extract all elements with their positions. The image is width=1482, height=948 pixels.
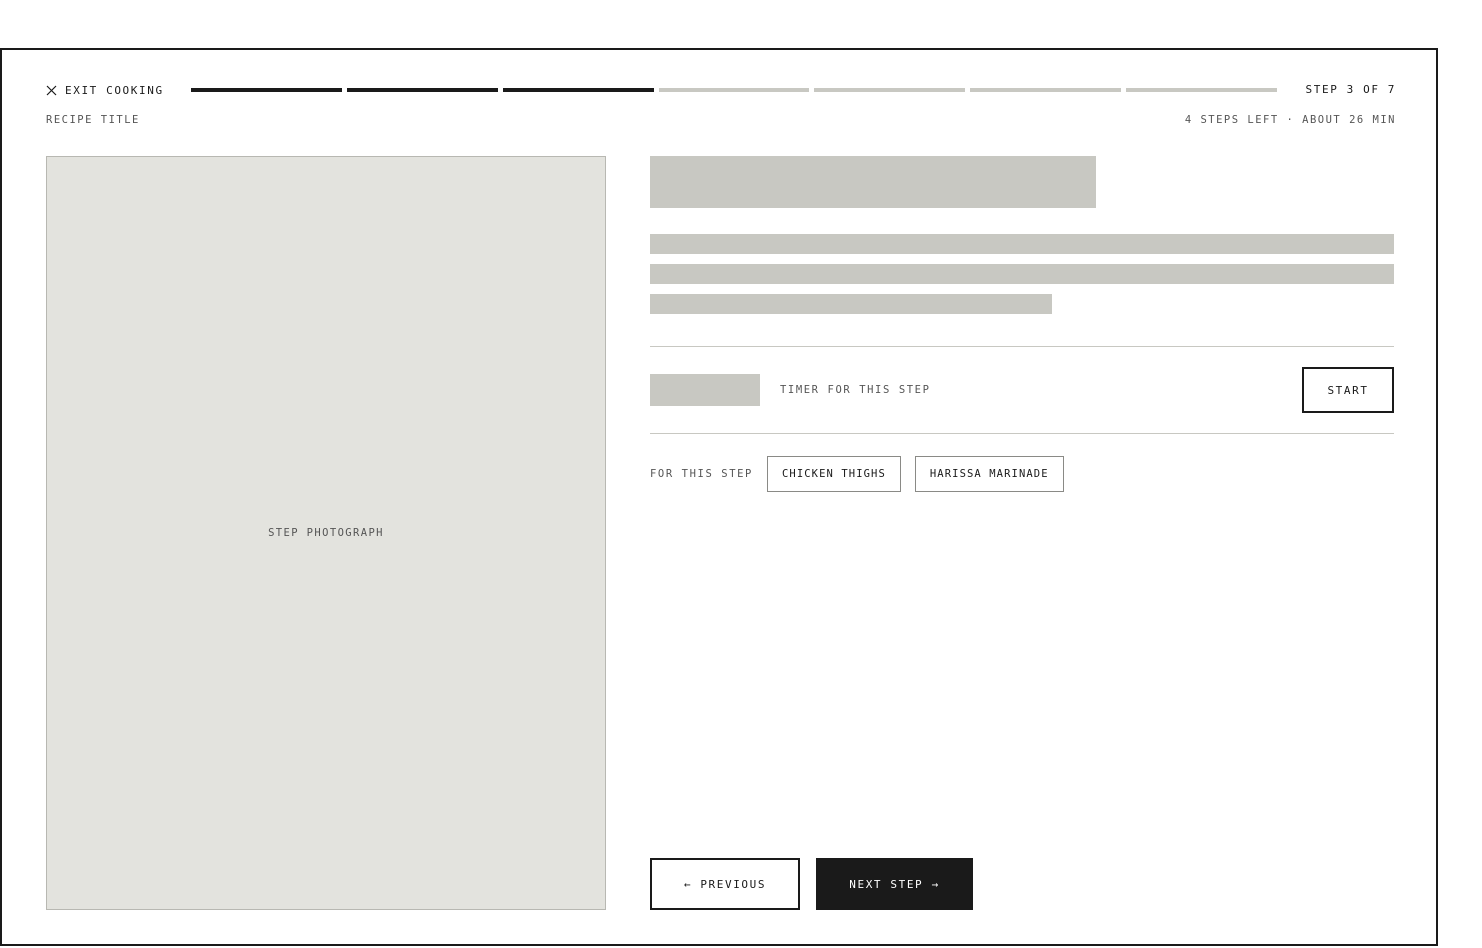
progress-segment-1 (191, 88, 342, 92)
step-counter: STEP 3 OF 7 (1305, 83, 1396, 96)
recipe-info-bar: RECIPE TITLE 4 STEPS LEFT · ABOUT 26 MIN (46, 112, 1396, 128)
progress-segment-3 (502, 88, 654, 92)
step-content: TIMER FOR THIS STEP START FOR THIS STEP … (650, 156, 1394, 910)
step-text-placeholder-line (650, 264, 1394, 284)
progress-segment-5 (814, 88, 966, 92)
timer-label: TIMER FOR THIS STEP (780, 384, 931, 396)
exit-cooking-label: EXIT COOKING (65, 83, 164, 97)
next-step-button[interactable]: NEXT STEP → (816, 858, 973, 910)
step-text-placeholder-line (650, 234, 1394, 254)
step-text-placeholder-line (650, 294, 1052, 314)
progress-segment-6 (970, 88, 1122, 92)
top-bar: EXIT COOKING STEP 3 OF 7 (46, 80, 1396, 100)
exit-cooking-button[interactable]: EXIT COOKING (46, 80, 164, 100)
divider (650, 433, 1394, 434)
start-timer-button[interactable]: START (1302, 367, 1394, 413)
steps-remaining-meta: 4 STEPS LEFT · ABOUT 26 MIN (1184, 114, 1396, 126)
progress-segment-4 (658, 88, 810, 92)
close-icon (46, 85, 57, 95)
step-timer: TIMER FOR THIS STEP START (650, 367, 1394, 413)
timer-display-placeholder (650, 374, 760, 406)
step-navigation: ← PREVIOUS NEXT STEP → (650, 858, 973, 910)
progress-segment-2 (346, 88, 498, 92)
step-photograph-label: STEP PHOTOGRAPH (268, 527, 384, 539)
divider (650, 346, 1394, 347)
step-ingredients: FOR THIS STEP CHICKEN THIGHS HARISSA MAR… (650, 456, 1064, 492)
ingredient-chip: HARISSA MARINADE (914, 456, 1064, 492)
previous-step-button[interactable]: ← PREVIOUS (650, 858, 800, 910)
step-photograph: STEP PHOTOGRAPH (46, 156, 606, 910)
cooking-mode-window: EXIT COOKING STEP 3 OF 7 RECIPE TITLE 4 … (0, 48, 1438, 946)
ingredients-label: FOR THIS STEP (650, 468, 753, 480)
step-progress-bar (191, 88, 1278, 92)
ingredient-chip: CHICKEN THIGHS (766, 456, 901, 492)
step-heading-placeholder (650, 156, 1096, 208)
recipe-title: RECIPE TITLE (46, 114, 140, 126)
progress-segment-7 (1126, 88, 1278, 92)
